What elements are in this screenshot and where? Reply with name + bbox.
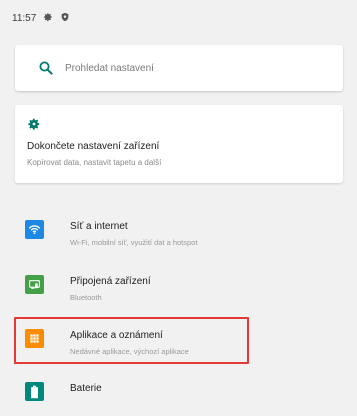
settings-item-battery[interactable]: Baterie	[0, 372, 357, 416]
status-bar: 11:57	[0, 0, 357, 36]
settings-item-network[interactable]: Síť a internet Wi-Fi, mobilní síť, využi…	[0, 210, 357, 254]
search-icon	[39, 61, 53, 75]
highlight-box	[14, 317, 249, 364]
settings-notification-icon	[43, 12, 53, 25]
status-time: 11:57	[12, 12, 37, 24]
shield-notification-icon	[60, 12, 70, 25]
suggestion-subtitle: Kopírovat data, nastavit tapetu a další	[27, 158, 162, 167]
search-bar[interactable]: Prohledat nastavení	[15, 45, 343, 91]
settings-item-connected-devices[interactable]: Připojená zařízení Bluetooth	[0, 265, 357, 309]
battery-icon	[25, 382, 44, 401]
suggestion-title: Dokončete nastavení zařízení	[27, 141, 160, 152]
settings-item-title: Baterie	[70, 383, 102, 394]
settings-item-subtitle: Wi-Fi, mobilní síť, využití dat a hotspo…	[70, 238, 198, 247]
setup-suggestion-card[interactable]: Dokončete nastavení zařízení Kopírovat d…	[15, 105, 343, 183]
settings-item-title: Připojená zařízení	[70, 276, 151, 287]
gear-icon	[28, 118, 40, 130]
wifi-icon	[25, 220, 44, 239]
settings-item-subtitle: Bluetooth	[70, 293, 102, 302]
devices-icon	[25, 275, 44, 294]
settings-item-title: Síť a internet	[70, 221, 128, 232]
search-placeholder: Prohledat nastavení	[65, 62, 154, 74]
